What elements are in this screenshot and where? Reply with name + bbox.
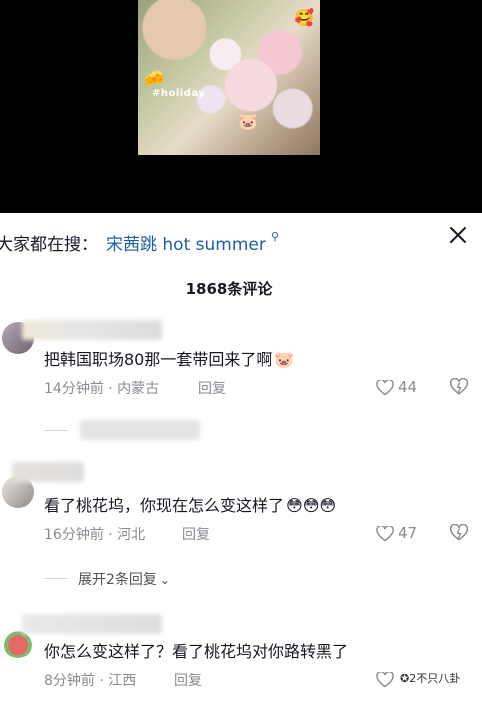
comment-body: 看了桃花坞，你现在怎么变这样了 [44,496,285,515]
search-suggestion-link[interactable]: 宋茜跳 hot summer [106,230,266,255]
divider [44,578,68,579]
comment-text: 看了桃花坞，你现在怎么变这样了 😳😳😳 [44,492,336,516]
blurred-username[interactable] [12,462,84,482]
heart-icon [376,380,394,396]
blurred-reply-preview[interactable] [80,420,200,440]
dislike-icon[interactable] [449,377,470,398]
expand-replies-button[interactable]: 展开2条回复 ⌄ [78,569,170,589]
cheese-sticker: 🧀 [144,68,164,87]
search-suggestion-bar: 大家都在搜： 宋茜跳 hot summer ⚲ [0,226,482,260]
comment-count-title: 1868条评论 [185,280,273,298]
search-icon[interactable]: ⚲ [271,230,279,243]
blushing-face-sticker: 🥰 [294,8,314,27]
video-player-area[interactable]: 🥰 🧀 #holiday 🐷 [0,0,482,213]
reply-button[interactable]: 回复 [174,670,202,690]
comment-body: 你怎么变这样了？看了桃花坞对你路转黑了 [44,642,349,661]
reply-button[interactable]: 回复 [182,524,210,544]
like-button[interactable]: 47 [376,524,436,546]
flushed-face-emoji: 😳😳😳 [286,496,337,515]
pig-emoji: 🐷 [274,350,295,369]
comment-meta: 8分钟前 · 江西 [44,673,137,689]
heart-icon [376,672,394,688]
like-count: 47 [398,524,418,542]
search-prefix-label: 大家都在搜： [0,235,98,255]
chevron-down-icon: ⌄ [159,573,170,587]
watermark-label: 2不只八卦 [409,672,461,685]
blurred-username[interactable] [22,320,162,340]
comment-meta: 16分钟前 · 河北 [44,527,146,543]
like-count: 44 [398,378,418,396]
divider [44,430,68,431]
heart-icon [376,526,394,542]
reply-button[interactable]: 回复 [198,378,226,398]
like-button[interactable]: 44 [376,378,436,400]
blurred-username[interactable] [22,614,162,634]
pig-sticker: 🐷 [238,112,258,131]
expand-replies-label: 展开2条回复 [78,572,157,588]
comment-text: 你怎么变这样了？看了桃花坞对你路转黑了 [44,638,348,662]
video-thumbnail: 🥰 🧀 #holiday 🐷 [138,0,320,155]
dislike-icon[interactable] [449,523,470,544]
close-icon[interactable] [449,226,471,250]
thumbnail-caption: #holiday [152,88,206,99]
comment-meta: 14分钟前 · 内蒙古 [44,381,160,397]
comment-body: 把韩国职场80那一套带回来了啊 [44,350,273,369]
comment-text: 把韩国职场80那一套带回来了啊 🐷 [44,346,294,370]
watermark-text: ✪2不只八卦 [400,670,460,686]
wechat-icon: ✪ [400,672,410,685]
